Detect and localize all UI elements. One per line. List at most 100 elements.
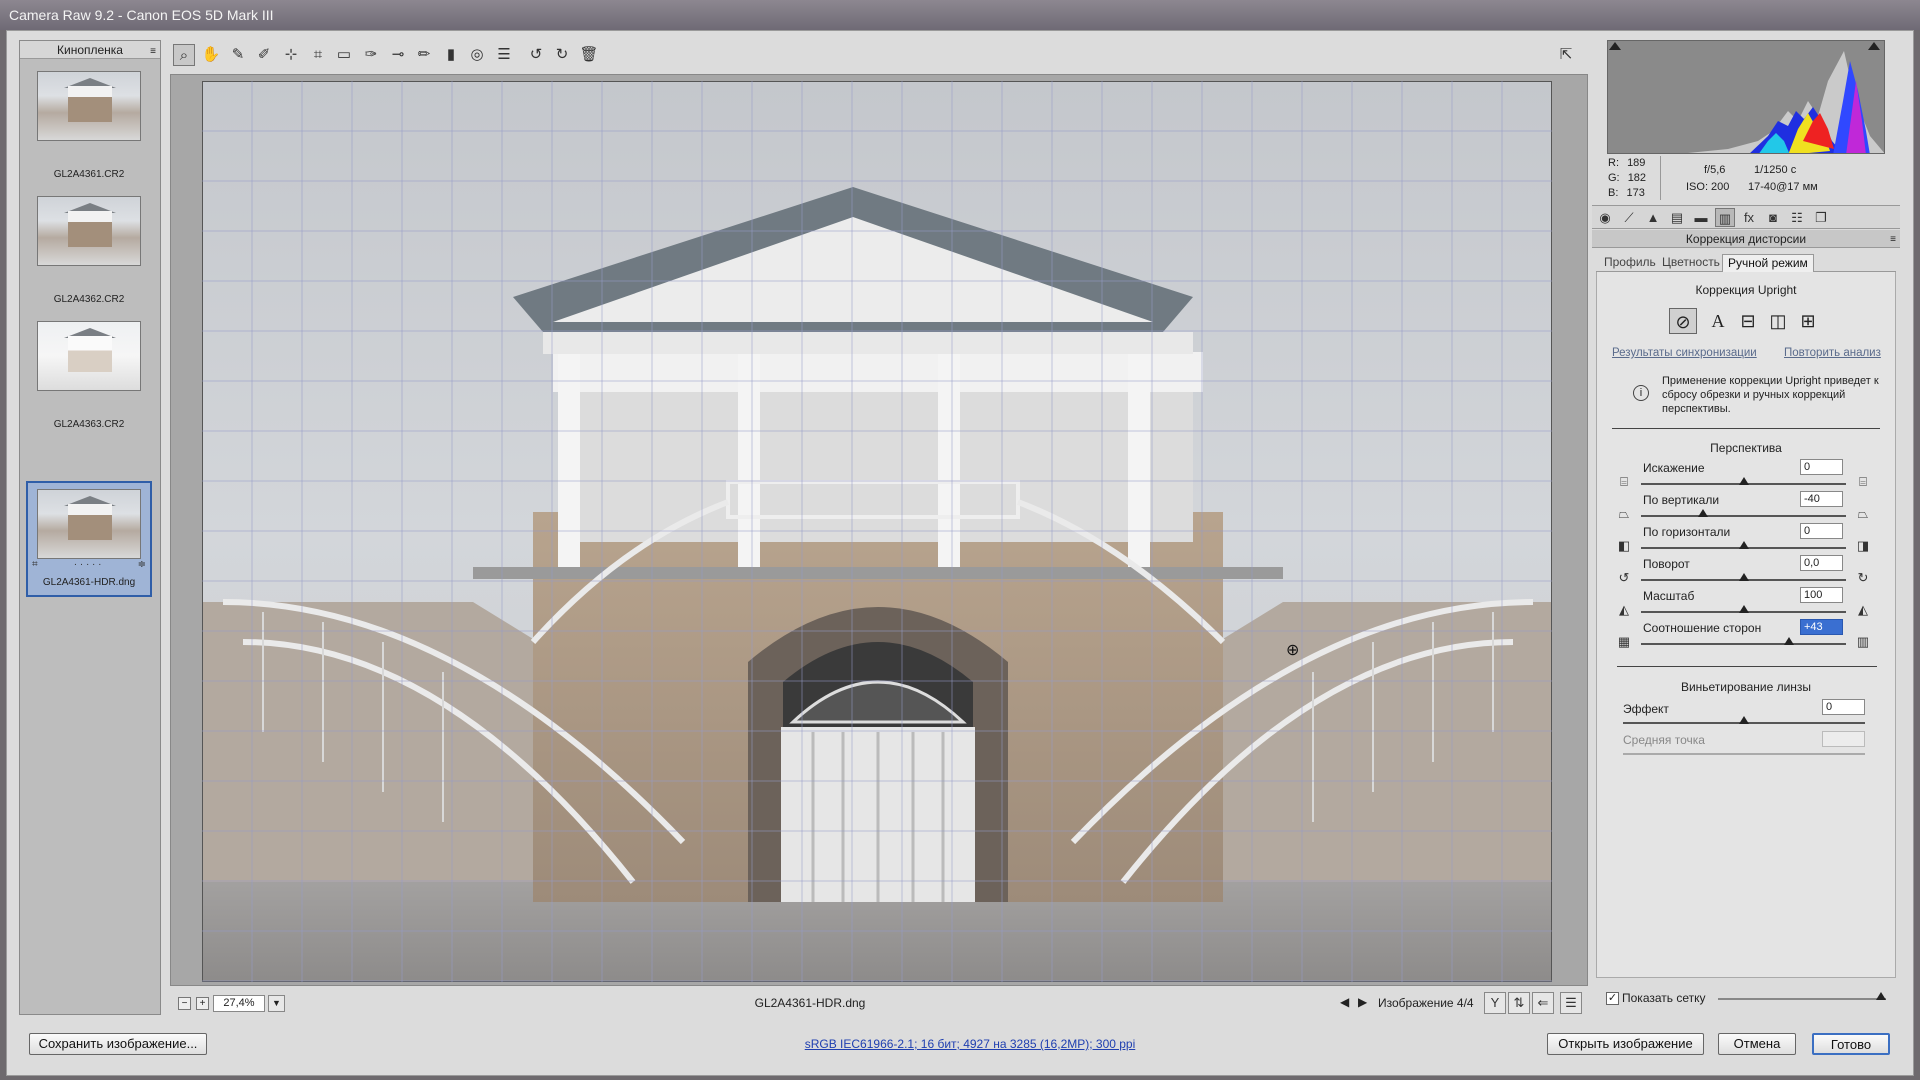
camera-calibration-icon[interactable]: ◙ [1763,208,1783,227]
color-sampler-icon[interactable]: ✐ [253,44,275,66]
shutter-value: 1/1250 с [1754,164,1797,176]
grid-size-track[interactable] [1718,998,1886,1000]
effects-icon[interactable]: fx [1739,208,1759,227]
hsl-icon[interactable]: ▤ [1667,208,1687,227]
histogram [1607,40,1885,154]
snapshots-icon[interactable]: ❐ [1811,208,1831,227]
previous-image-icon[interactable]: ◀ [1340,995,1349,1009]
presets-icon[interactable]: ☰ [493,44,515,66]
presets-panel-icon[interactable]: ☷ [1787,208,1807,227]
straighten-icon[interactable]: ▭ [333,44,355,66]
swap-settings-icon[interactable]: ⇅ [1508,992,1530,1014]
upright-level-icon[interactable]: ⊟ [1734,308,1762,334]
rotate-icon: ↺ [1618,570,1630,585]
filmstrip-item-name: GL2A4361-HDR.dng [42,577,136,588]
tab-color[interactable]: Цветность [1657,254,1725,272]
slider-value-field[interactable]: 0 [1800,459,1843,475]
slider-thumb[interactable] [1738,573,1749,581]
save-image-button[interactable]: Сохранить изображение... [29,1033,207,1055]
fullscreen-icon[interactable]: ⇱ [1555,44,1577,66]
radial-filter-icon[interactable]: ◎ [466,44,488,66]
crop-icon[interactable]: ⌗ [307,44,329,66]
vignette-amount-thumb[interactable] [1739,716,1749,724]
show-grid-checkbox[interactable]: ✓ Показать сетку [1606,990,1706,1006]
blue-value: 173 [1626,187,1645,199]
perspective-title: Перспектива [1710,441,1782,455]
graduated-filter-icon[interactable]: ▮ [440,44,462,66]
targeted-adjustment-icon[interactable]: ⊹ [280,44,302,66]
zoom-in-button[interactable]: + [196,997,209,1010]
preview-settings-icon[interactable]: ☰ [1560,992,1582,1014]
slider-track[interactable] [1641,643,1846,645]
divider [1612,428,1880,429]
slider-thumb[interactable] [1738,541,1749,549]
sync-results-link[interactable]: Результаты синхронизации [1612,347,1757,359]
upright-off-icon[interactable]: ⊘ [1669,308,1697,334]
divider [1617,666,1877,667]
zoom-out-button[interactable]: − [178,997,191,1010]
upright-vertical-icon[interactable]: ◫ [1764,308,1792,334]
lens-corrections-icon[interactable]: ▥ [1715,208,1735,227]
slider-value-field[interactable]: 100 [1800,587,1843,603]
filmstrip-item-selected[interactable]: ⌗ · · · · · ≑ GL2A4361-HDR.dng [26,481,152,597]
slider-value-field[interactable]: +43 [1800,619,1843,635]
slider-thumb[interactable] [1697,509,1708,517]
shadow-clipping-icon[interactable] [1609,42,1621,50]
menu-icon[interactable]: ≡ [150,43,156,61]
upright-full-icon[interactable]: ⊞ [1794,308,1822,334]
split-toning-icon[interactable]: ▬ [1691,208,1711,227]
before-after-toggle-icon[interactable]: Y [1484,992,1506,1014]
histogram-graph [1688,51,1884,153]
rating-dots[interactable]: · · · · · [74,559,102,575]
tab-profile[interactable]: Профиль [1599,254,1661,272]
open-image-button[interactable]: Открыть изображение [1547,1033,1704,1055]
filmstrip: Кинопленка ≡ GL2A4361.CR2 GL2A4362.CR2 G… [19,40,161,1015]
highlight-clipping-icon[interactable] [1868,42,1880,50]
hand-tool-icon[interactable]: ✋ [200,44,222,66]
image-info: R: 189 G: 182 B: 173 f/5,6 1/1250 с ISO:… [1606,154,1896,204]
workflow-options-link[interactable]: sRGB IEC61966-2.1; 16 бит; 4927 на 3285 … [720,1037,1220,1051]
iso-value: ISO: 200 [1686,181,1730,193]
next-image-icon[interactable]: ▶ [1358,995,1367,1009]
spot-removal-icon[interactable]: ✑ [360,44,382,66]
checkbox-icon[interactable]: ✓ [1606,992,1619,1006]
vignette-title: Виньетирование линзы [1680,680,1812,694]
panel-menu-icon[interactable]: ≡ [1890,231,1896,249]
zoom-tool-icon[interactable]: ⌕ [173,44,195,66]
trash-icon[interactable]: 🗑 [578,44,600,66]
filmstrip-item[interactable]: GL2A4361.CR2 [26,65,152,180]
grid-size-thumb[interactable] [1876,992,1886,1000]
cancel-button[interactable]: Отмена [1718,1033,1796,1055]
lens-value: 17-40@17 мм [1748,181,1818,193]
copy-settings-icon[interactable]: ⇐ [1532,992,1554,1014]
slider-thumb[interactable] [1738,477,1749,485]
slider-track[interactable] [1641,515,1846,517]
tab-manual[interactable]: Ручной режим [1722,254,1814,272]
basic-panel-icon[interactable]: ◉ [1595,208,1615,227]
detail-icon[interactable]: ▲ [1643,208,1663,227]
tone-curve-icon[interactable]: ⟋ [1619,208,1639,227]
slider-value-field[interactable]: 0 [1800,523,1843,539]
filmstrip-item[interactable]: GL2A4363.CR2 [26,315,152,430]
red-eye-icon[interactable]: ⊸ [387,44,409,66]
vignette-amount-field[interactable]: 0 [1822,699,1865,715]
adjustment-brush-icon[interactable]: ✏ [413,44,435,66]
reanalyze-link[interactable]: Повторить анализ [1784,347,1881,359]
slider-value-field[interactable]: 0,0 [1800,555,1843,571]
zoom-level-field[interactable]: 27,4% [213,995,265,1012]
slider-thumb[interactable] [1783,637,1794,645]
upright-auto-icon[interactable]: A [1704,308,1732,334]
white-balance-icon[interactable]: ✎ [227,44,249,66]
done-button[interactable]: Готово [1812,1033,1890,1055]
info-icon: i [1633,385,1649,401]
rotate-right-icon[interactable]: ↻ [551,44,573,66]
rotate-left-icon[interactable]: ↺ [525,44,547,66]
slider-value-field[interactable]: -40 [1800,491,1843,507]
filmstrip-item[interactable]: GL2A4362.CR2 [26,190,152,305]
slider-label: По вертикали [1643,493,1720,507]
vignette-midpoint-track [1623,753,1865,755]
zoom-dropdown-icon[interactable]: ▼ [268,995,285,1012]
horizontal-right-icon: ◨ [1856,538,1870,553]
panel-tabs: ◉ ⟋ ▲ ▤ ▬ ▥ fx ◙ ☷ ❐ [1592,205,1900,229]
slider-thumb[interactable] [1738,605,1749,613]
